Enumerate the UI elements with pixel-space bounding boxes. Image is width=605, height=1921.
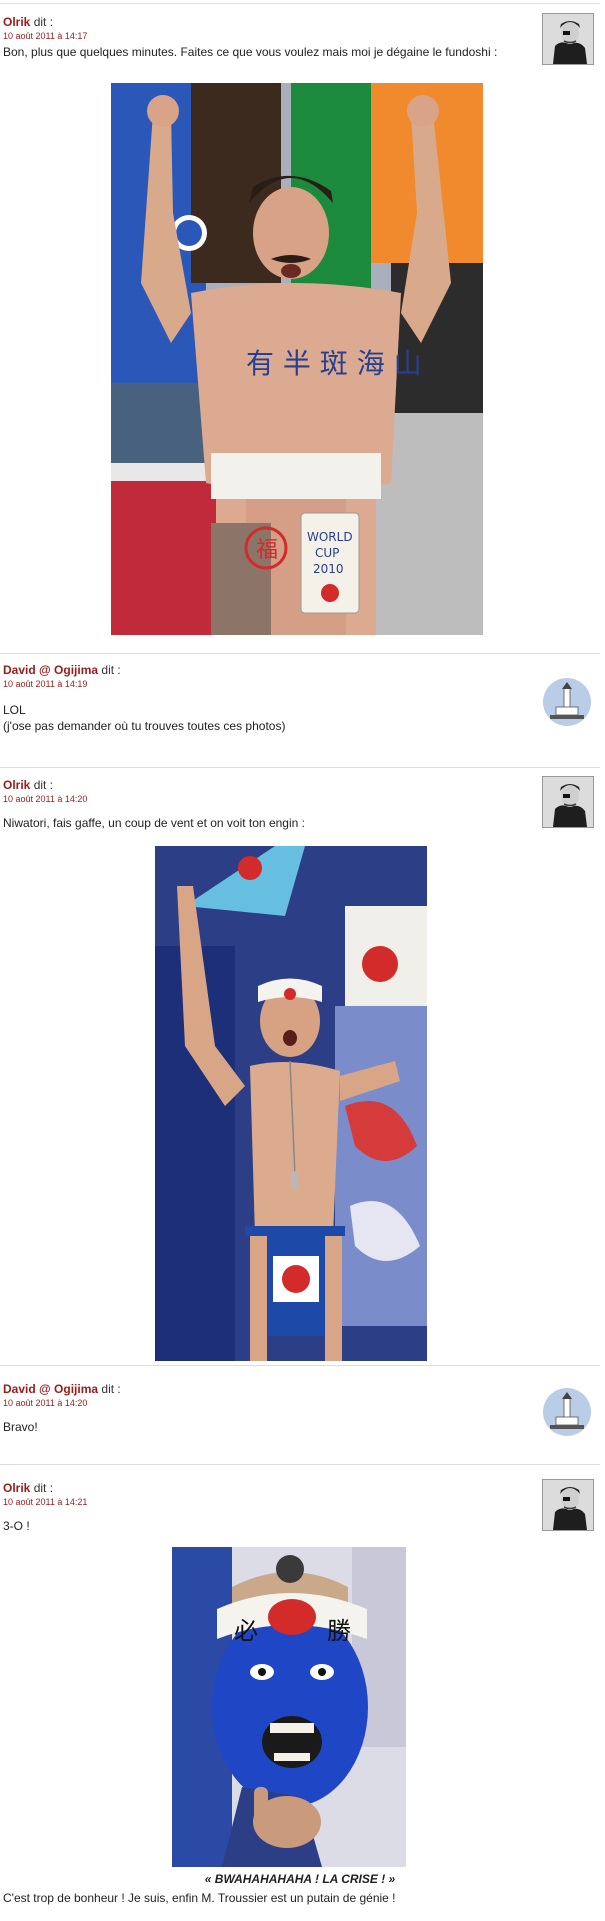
author-says: dit : [101, 663, 121, 677]
headband-kanji-right: 勝 [327, 1617, 351, 1645]
comment-separator [0, 653, 600, 654]
sign-line-1: WORLD [307, 530, 353, 544]
photo-caption: « BWAHAHAHAHA ! LA CRISE ! » [204, 1872, 396, 1886]
comment-date-link[interactable]: 10 août 2011 à 14:20 [3, 793, 87, 805]
sign-line-3: 2010 [313, 562, 344, 576]
comment-date-link[interactable]: 10 août 2011 à 14:19 [3, 678, 87, 690]
author-says: dit : [101, 1382, 121, 1396]
author-link[interactable]: David @ Ogijima [3, 1382, 98, 1396]
comment-author-line: David @ Ogijima dit : [3, 1382, 121, 1397]
author-says: dit : [33, 1481, 54, 1495]
photo-fan-with-fan[interactable] [155, 846, 427, 1361]
comment-date-link[interactable]: 10 août 2011 à 14:21 [3, 1496, 87, 1508]
photo-blue-face-fan[interactable]: 必 勝 [172, 1547, 406, 1867]
david-avatar [542, 677, 592, 727]
headband-kanji-left: 必 [234, 1617, 258, 1645]
comment-text-line: 3-O ! [3, 1519, 30, 1533]
comment-text-line: (j'ose pas demander où tu trouves toutes… [3, 719, 286, 733]
david-avatar [542, 1387, 592, 1437]
comment-separator [0, 1365, 600, 1366]
comment-author-line: Olrik dit : [3, 15, 53, 30]
author-says: dit : [33, 778, 54, 792]
comment-author-line: Olrik dit : [3, 778, 53, 793]
olrik-avatar [542, 1479, 594, 1531]
comment-author-line: David @ Ogijima dit : [3, 663, 121, 678]
sign-line-2: CUP [315, 546, 339, 560]
chest-kanji: 有 半 斑 海 山 [246, 347, 422, 380]
comment-text-line: Bon, plus que quelques minutes. Faites c… [3, 45, 498, 59]
olrik-avatar [542, 13, 594, 65]
comment-separator [0, 767, 600, 768]
stamp-kanji: 福 [256, 538, 278, 563]
olrik-avatar [542, 776, 594, 828]
comment-author-line: Olrik dit : [3, 1481, 53, 1496]
comment-date-link[interactable]: 10 août 2011 à 14:17 [3, 30, 87, 42]
comment-text-line: Niwatori, fais gaffe, un coup de vent et… [3, 816, 305, 830]
author-link[interactable]: Olrik [3, 1481, 30, 1495]
author-link[interactable]: Olrik [3, 778, 30, 792]
top-divider [0, 3, 600, 4]
author-link[interactable]: David @ Ogijima [3, 663, 98, 677]
author-link[interactable]: Olrik [3, 15, 30, 29]
photo-fundoshi-fan[interactable]: 有 半 斑 海 山 福 WORLD CUP 2010 [111, 83, 483, 635]
comment-text-line: Bravo! [3, 1420, 38, 1434]
comment-separator [0, 1464, 600, 1465]
comment-date-link[interactable]: 10 août 2011 à 14:20 [3, 1397, 87, 1409]
comment-text-line: LOL [3, 703, 26, 717]
author-says: dit : [33, 15, 54, 29]
comment-text-line: C'est trop de bonheur ! Je suis, enfin M… [3, 1891, 396, 1905]
